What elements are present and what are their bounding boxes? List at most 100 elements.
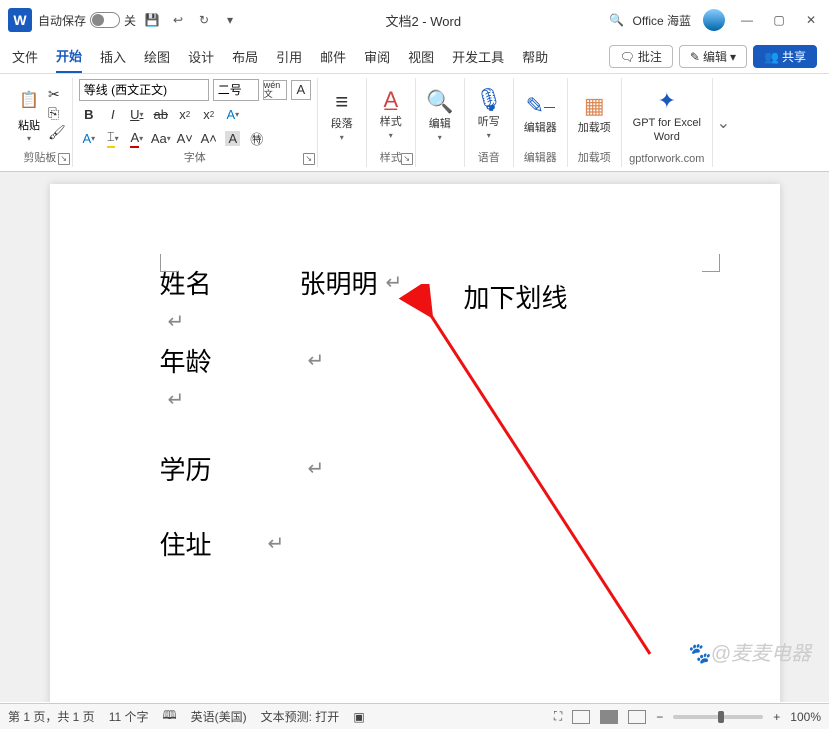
group-styles: A̲ 样式 ▾ 样式 ↘ [367,78,416,167]
gpt-button[interactable]: ✦ GPT for Excel Word [628,87,706,143]
bold-button[interactable]: B [79,105,99,125]
find-button[interactable]: 🔍 编辑 ▾ [422,88,458,143]
paragraph-icon: ≡ [328,88,356,116]
group-addins: ▦ 加载项 加载项 [568,78,622,167]
doc-line-age: 年龄 ↵ [160,342,670,379]
addins-button[interactable]: ▦ 加载项 [574,92,615,135]
status-words[interactable]: 11 个字 [109,708,149,725]
ribbon-expand-icon[interactable]: ⌄ [712,78,734,167]
tab-mailings[interactable]: 邮件 [320,41,346,72]
account-label[interactable]: Office 海蓝 [633,12,691,29]
text-effects-button[interactable]: A▾ [223,105,243,125]
tab-file[interactable]: 文件 [12,41,38,72]
enclose-char-button[interactable]: ㊕ [247,129,267,149]
tab-view[interactable]: 视图 [408,41,434,72]
phonetic-guide-button[interactable]: wén 文 [263,80,287,100]
tab-layout[interactable]: 布局 [232,41,258,72]
copy-icon[interactable]: ⎘ [48,105,66,122]
tab-insert[interactable]: 插入 [100,41,126,72]
label-name: 姓名 [160,264,300,301]
status-preview[interactable]: 文本预测: 打开 [261,708,340,725]
zoom-out-icon[interactable]: − [656,710,663,724]
voice-group-label: 语音 [478,149,500,167]
paragraph-button[interactable]: ≡ 段落 ▾ [324,88,360,143]
doc-line-education: 学历 ↵ [160,450,670,487]
tab-help[interactable]: 帮助 [522,41,548,72]
cut-icon[interactable]: ✂ [48,86,66,103]
font-group-label: 字体 [184,149,206,167]
grow-font-button[interactable]: A▾ [79,129,99,149]
dialog-launcher-icon[interactable]: ↘ [58,153,70,165]
superscript-button[interactable]: x2 [199,105,219,125]
group-paragraph: ≡ 段落 ▾ [318,78,367,167]
focus-mode-icon[interactable]: ⛶ [554,709,562,724]
status-language[interactable]: 英语(美国) [191,708,247,725]
magnifier-icon: 🔍 [426,88,454,116]
redo-icon[interactable]: ↻ [194,10,214,30]
font-size-dropdown[interactable]: 二号 [213,79,259,101]
font-name-dropdown[interactable]: 等线 (西文正文) [79,79,209,101]
clipboard-group-label: 剪贴板 [23,149,56,167]
status-page[interactable]: 第 1 页，共 1 页 [8,708,95,725]
editor-button[interactable]: ✎⎯ 编辑器 [520,92,561,135]
print-layout-icon[interactable] [600,710,618,724]
watermark: 🐾@麦麦电器 [686,637,811,666]
tab-design[interactable]: 设计 [188,41,214,72]
styles-button[interactable]: A̲ 样式 ▾ [373,86,409,141]
gpt-group-label: gptforwork.com [629,153,704,167]
read-mode-icon[interactable] [572,710,590,724]
group-clipboard: 📋 粘贴 ▾ ✂ ⎘ 🖌 剪贴板 ↘ [8,78,73,167]
search-icon[interactable]: 🔍 [607,10,627,30]
title-bar: W 自动保存 关 💾 ↩ ↻ ▾ 文档2 - Word 🔍 Office 海蓝 … [0,0,829,40]
label-address: 住址 [160,525,260,562]
paragraph-mark-icon: ↵ [308,456,325,481]
italic-button[interactable]: I [103,105,123,125]
close-icon[interactable]: ✕ [801,10,821,30]
highlight-button[interactable]: ⌶▾ [103,129,123,149]
maximize-icon[interactable]: ▢ [769,10,789,30]
change-case-button[interactable]: Aa▾ [151,129,171,149]
share-button[interactable]: 👥 共享 [753,45,817,68]
group-editing: 🔍 编辑 ▾ [416,78,465,167]
zoom-level[interactable]: 100% [790,710,821,724]
user-avatar-icon[interactable] [703,9,725,31]
tab-review[interactable]: 审阅 [364,41,390,72]
zoom-slider[interactable] [673,715,763,719]
tab-draw[interactable]: 绘图 [144,41,170,72]
font-color-button[interactable]: A▾ [127,129,147,149]
subscript-button[interactable]: x2 [175,105,195,125]
styles-icon: A̲ [377,86,405,114]
autosave-toggle[interactable]: 自动保存 关 [38,12,136,29]
shrink-font-button[interactable]: A˅ [175,129,195,149]
group-voice: 🎙 听写 ▾ 语音 [465,78,514,167]
tab-references[interactable]: 引用 [276,41,302,72]
strikethrough-button[interactable]: ab [151,105,171,125]
paste-icon[interactable]: 📋 [14,84,44,116]
dialog-launcher-icon[interactable]: ↘ [401,153,413,165]
minimize-icon[interactable]: — [737,10,757,30]
editing-mode-button[interactable]: ✎ 编辑 ▾ [679,45,747,68]
tab-home[interactable]: 开始 [56,40,82,73]
ribbon-tabs: 文件 开始 插入 绘图 设计 布局 引用 邮件 审阅 视图 开发工具 帮助 🗨 … [0,40,829,74]
zoom-in-icon[interactable]: + [773,710,780,724]
web-layout-icon[interactable] [628,710,646,724]
label-education: 学历 [160,450,300,487]
status-display-icon[interactable]: ▣ [353,710,364,724]
undo-icon[interactable]: ↩ [168,10,188,30]
qat-dropdown-icon[interactable]: ▾ [220,10,240,30]
dialog-launcher-icon[interactable]: ↘ [303,153,315,165]
char-border-button[interactable]: A [291,80,311,100]
char-shading-button[interactable]: A [223,129,243,149]
underline-button[interactable]: U▾ [127,105,147,125]
chevron-down-icon[interactable]: ▾ [27,134,31,143]
dictate-button[interactable]: 🎙 听写 ▾ [471,86,507,141]
status-spellcheck-icon[interactable]: 🕮 [162,706,176,727]
comments-button[interactable]: 🗨 批注 [609,45,673,68]
page[interactable]: 姓名 张明明 ↵ ↵ 年龄 ↵ ↵ 学历 ↵ 住址 ↵ 加下划线 [50,184,780,702]
format-painter-icon[interactable]: 🖌 [48,124,66,141]
save-icon[interactable]: 💾 [142,10,162,30]
toggle-icon [90,12,120,28]
grow-font2-button[interactable]: A˄ [199,129,219,149]
tab-developer[interactable]: 开发工具 [452,41,504,72]
paragraph-mark-icon: ↵ [168,387,185,412]
